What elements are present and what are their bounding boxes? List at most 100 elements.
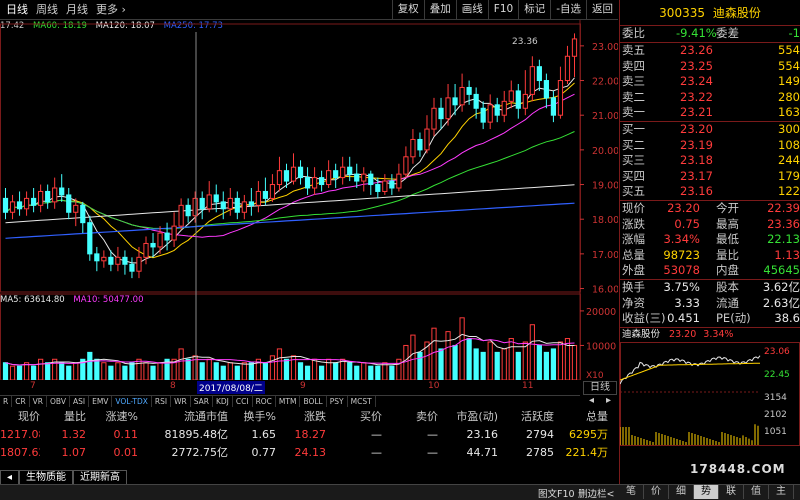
detail-tab[interactable]: 联 bbox=[719, 485, 744, 499]
candle-body bbox=[452, 97, 458, 106]
draw-line-button[interactable]: 画线 bbox=[455, 0, 488, 20]
chevron-right-icon[interactable]: ▸ bbox=[606, 395, 611, 407]
bid-row[interactable]: 买二 23.19 108 bbox=[620, 138, 800, 154]
indicator-tab-emv[interactable]: EMV bbox=[89, 396, 113, 407]
period-week[interactable]: 周线 bbox=[32, 0, 62, 20]
table-cell: 1.07 bbox=[61, 446, 87, 459]
mini-axis-label: 22.45 bbox=[764, 370, 790, 380]
indicator-tab-sar[interactable]: SAR bbox=[191, 396, 213, 407]
indicator-tab-obv[interactable]: OBV bbox=[47, 396, 70, 407]
candle-body bbox=[262, 190, 269, 199]
book-volume: 149 bbox=[778, 74, 800, 89]
f10-text-link[interactable]: 图文F10 bbox=[538, 486, 575, 500]
fundamental-row: 收益(三) 0.451 PE(动) 38.6 bbox=[620, 311, 800, 327]
book-price: 23.17 bbox=[680, 168, 713, 183]
detail-tab[interactable]: 筹 bbox=[794, 485, 800, 499]
period-month[interactable]: 月线 bbox=[62, 0, 92, 20]
restore-rights-button[interactable]: 复权 bbox=[391, 0, 424, 20]
table-cell: 涨速% bbox=[105, 410, 138, 423]
indicator-tab-vr[interactable]: VR bbox=[30, 396, 48, 407]
intraday-mini-chart[interactable]: 23.06 22.45 3154 2102 1051 bbox=[619, 341, 800, 446]
chevron-left-icon[interactable]: ◂ bbox=[589, 395, 594, 407]
sub-period-button[interactable]: 日线 bbox=[583, 381, 617, 395]
indicator-tab-psy[interactable]: PSY bbox=[327, 396, 348, 407]
tab-recent-high[interactable]: 近期新高 bbox=[73, 470, 128, 484]
indicator-tab-rsi[interactable]: RSI bbox=[152, 396, 172, 407]
detail-tab[interactable]: 主 bbox=[769, 485, 794, 499]
indicator-tab-mtm[interactable]: MTM bbox=[276, 396, 301, 407]
stat-value: 22.39 bbox=[767, 200, 800, 215]
table-cell: 总量 bbox=[586, 410, 608, 423]
table-cell: 6295万 bbox=[569, 428, 608, 441]
candle-body bbox=[178, 204, 184, 227]
hide-sidebar-link[interactable]: 删边栏< bbox=[578, 486, 614, 500]
indicator-tab-vol-tdx[interactable]: VOL-TDX bbox=[112, 396, 152, 407]
stat-label: 总量 bbox=[622, 247, 645, 262]
period-more[interactable]: 更多 › bbox=[92, 0, 130, 20]
book-volume: 179 bbox=[778, 168, 800, 183]
table-row[interactable]: 1217.08 1.32 0.11 81895.48亿 1.65 18.27 — — 23.16… bbox=[0, 426, 612, 444]
ask-row[interactable]: 卖三 23.24 149 bbox=[620, 74, 800, 90]
candle-body bbox=[340, 166, 346, 179]
remove-watchlist-button[interactable]: -自选 bbox=[550, 0, 586, 20]
indicator-tab-asi[interactable]: ASI bbox=[70, 396, 90, 407]
overlay-button[interactable]: 叠加 bbox=[423, 0, 456, 20]
ask-row[interactable]: 卖五 23.26 554 bbox=[620, 43, 800, 59]
volume-bar bbox=[220, 365, 226, 380]
ask-row[interactable]: 卖四 23.25 554 bbox=[620, 59, 800, 75]
bid-row[interactable]: 买一 23.20 300 bbox=[620, 122, 800, 138]
ask-row[interactable]: 卖二 23.22 280 bbox=[620, 90, 800, 106]
indicator-tab-wr[interactable]: WR bbox=[171, 396, 191, 407]
candle-body bbox=[515, 90, 521, 109]
indicator-tab-r[interactable]: R bbox=[0, 396, 13, 407]
stat-label: 流通 bbox=[716, 295, 739, 310]
mark-button[interactable]: 标记 bbox=[518, 0, 550, 20]
mini-axis-label: 1051 bbox=[764, 427, 787, 437]
bid-row[interactable]: 买四 23.17 179 bbox=[620, 169, 800, 185]
table-cell: 2785 bbox=[526, 446, 554, 459]
stat-value: 98723 bbox=[663, 247, 700, 262]
ask-row[interactable]: 卖一 23.21 163 bbox=[620, 105, 800, 121]
candle-body bbox=[459, 86, 465, 106]
volume-bar bbox=[311, 358, 318, 380]
candle-body bbox=[431, 107, 437, 130]
bid-row[interactable]: 买五 23.16 122 bbox=[620, 184, 800, 200]
indicator-tab-boll[interactable]: BOLL bbox=[300, 396, 327, 407]
volume-bar bbox=[234, 365, 240, 380]
detail-tab[interactable]: 笔 bbox=[619, 485, 644, 499]
indicator-tab-roc[interactable]: ROC bbox=[253, 396, 276, 407]
indicator-tab-cci[interactable]: CCI bbox=[233, 396, 253, 407]
table-cell: 市盈(动) bbox=[456, 410, 498, 423]
stat-value: 3.75% bbox=[663, 279, 700, 294]
weibi-row: 委比 -9.41% 委差 -1 bbox=[620, 26, 800, 43]
period-day[interactable]: 日线 bbox=[2, 0, 32, 20]
candle-body bbox=[38, 190, 44, 206]
detail-tab[interactable]: 细 bbox=[669, 485, 694, 499]
indicator-tab-cr[interactable]: CR bbox=[12, 396, 30, 407]
bid-row[interactable]: 买三 23.18 244 bbox=[620, 153, 800, 169]
indicator-tab-kdj[interactable]: KDJ bbox=[213, 396, 233, 407]
tab-list-prev-icon[interactable]: ◂ bbox=[0, 470, 20, 484]
volume-bar bbox=[178, 348, 184, 380]
table-row[interactable]: 1807.62 1.07 0.01 2772.75亿 0.77 24.13 — — 44.71 2… bbox=[0, 444, 612, 462]
f10-button[interactable]: F10 bbox=[487, 0, 518, 20]
indicator-tab-mcst[interactable]: MCST bbox=[348, 396, 376, 407]
weicha-label: 委差 bbox=[716, 26, 739, 40]
detail-tab[interactable]: 势 bbox=[694, 485, 719, 499]
back-button[interactable]: 返回 bbox=[586, 0, 618, 20]
kline-chart[interactable]: 23.00 22.00 21.00 20.00 19.00 18.00 17.00 16.00… bbox=[0, 20, 618, 380]
detail-tab[interactable]: 价 bbox=[644, 485, 669, 499]
volume-bar bbox=[543, 351, 549, 380]
volume-series bbox=[2, 317, 578, 380]
tab-biomass[interactable]: 生物质能 bbox=[19, 470, 74, 484]
stat-value: 3.33 bbox=[674, 295, 700, 310]
candle-body bbox=[122, 256, 128, 265]
table-cell: 18.27 bbox=[294, 428, 327, 441]
table-cell: 涨跌 bbox=[304, 410, 326, 423]
candle-body bbox=[445, 97, 451, 120]
detail-tab[interactable]: 值 bbox=[744, 485, 769, 499]
volume-bar bbox=[283, 358, 290, 380]
volume-bar bbox=[304, 365, 311, 380]
mini-chart-title: 迪森股份 bbox=[622, 328, 661, 340]
candle-body bbox=[241, 201, 247, 213]
